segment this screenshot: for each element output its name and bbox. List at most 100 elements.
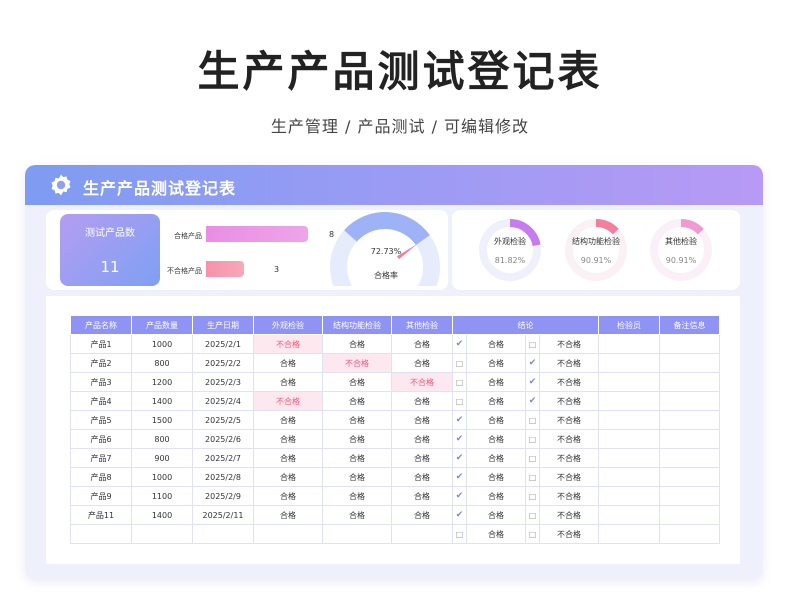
remarks-cell[interactable] bbox=[659, 486, 720, 506]
remarks-cell[interactable] bbox=[659, 334, 720, 354]
fail-checkbox[interactable]: ✔ bbox=[525, 372, 540, 392]
date-cell: 2025/2/11 bbox=[192, 505, 254, 525]
column-header: 检验员 bbox=[598, 315, 660, 335]
remarks-cell[interactable] bbox=[659, 505, 720, 525]
pass-label: 合格 bbox=[466, 486, 526, 506]
pass-checkbox[interactable]: □ bbox=[452, 524, 467, 544]
product-name-cell: 产品3 bbox=[70, 372, 132, 392]
quantity-cell: 800 bbox=[131, 353, 193, 373]
pass-checkbox[interactable]: ✔ bbox=[452, 410, 467, 430]
inspector-cell[interactable] bbox=[598, 505, 660, 525]
inspector-cell[interactable] bbox=[598, 353, 660, 373]
product-name-cell: 产品6 bbox=[70, 429, 132, 449]
appearance-cell: 合格 bbox=[253, 467, 323, 487]
pass-checkbox[interactable]: ✔ bbox=[452, 429, 467, 449]
table-row: 产品6 800 2025/2/6 合格 合格 合格 ✔ 合格 □ 不合格 bbox=[70, 429, 720, 449]
inspector-cell[interactable] bbox=[598, 448, 660, 468]
fail-label: 不合格 bbox=[539, 467, 599, 487]
other-cell: 合格 bbox=[391, 505, 453, 525]
pass-checkbox[interactable]: □ bbox=[452, 391, 467, 411]
fail-checkbox[interactable]: □ bbox=[525, 486, 540, 506]
table-row: □ 合格 □ 不合格 bbox=[70, 524, 720, 544]
fail-checkbox[interactable]: ✔ bbox=[525, 391, 540, 411]
pass-label: 合格 bbox=[466, 429, 526, 449]
pass-label: 合格 bbox=[466, 505, 526, 525]
inspector-cell[interactable] bbox=[598, 467, 660, 487]
remarks-cell[interactable] bbox=[659, 372, 720, 392]
other-donut-value: 90.91% bbox=[665, 256, 697, 265]
inspector-cell[interactable] bbox=[598, 429, 660, 449]
remarks-cell[interactable] bbox=[659, 410, 720, 430]
fail-checkbox[interactable]: □ bbox=[525, 410, 540, 430]
structure-donut-arc bbox=[595, 219, 619, 235]
other-donut-label: 其他检验 bbox=[665, 237, 697, 246]
fail-checkbox[interactable]: □ bbox=[525, 505, 540, 525]
other-cell bbox=[391, 524, 453, 544]
appearance-cell bbox=[253, 524, 323, 544]
pass-checkbox[interactable]: □ bbox=[452, 353, 467, 373]
pass-rate-value: 72.73% bbox=[370, 247, 402, 256]
appearance-cell: 合格 bbox=[253, 448, 323, 468]
structure-cell: 合格 bbox=[322, 391, 392, 411]
inspector-cell[interactable] bbox=[598, 391, 660, 411]
fail-checkbox[interactable]: ✔ bbox=[525, 353, 540, 373]
appearance-donut-value: 81.82% bbox=[494, 256, 526, 265]
pass-checkbox[interactable]: ✔ bbox=[452, 505, 467, 525]
fail-checkbox[interactable]: □ bbox=[525, 429, 540, 449]
remarks-cell[interactable] bbox=[659, 448, 720, 468]
fail-checkbox[interactable]: □ bbox=[525, 448, 540, 468]
pass-label: 合格 bbox=[466, 353, 526, 373]
pass-label: 合格 bbox=[466, 467, 526, 487]
fail-checkbox[interactable]: □ bbox=[525, 524, 540, 544]
product-name-cell: 产品4 bbox=[70, 391, 132, 411]
remarks-cell[interactable] bbox=[659, 391, 720, 411]
quantity-cell: 1500 bbox=[131, 410, 193, 430]
column-header: 备注信息 bbox=[659, 315, 720, 335]
product-name-cell bbox=[70, 524, 132, 544]
inspector-cell[interactable] bbox=[598, 372, 660, 392]
table-row: 产品9 1100 2025/2/9 合格 合格 合格 ✔ 合格 □ 不合格 bbox=[70, 486, 720, 506]
pass-checkbox[interactable]: ✔ bbox=[452, 486, 467, 506]
fail-label: 不合格 bbox=[539, 334, 599, 354]
remarks-cell[interactable] bbox=[659, 429, 720, 449]
pass-checkbox[interactable]: ✔ bbox=[452, 448, 467, 468]
remarks-cell[interactable] bbox=[659, 353, 720, 373]
fail-label: 不合格 bbox=[539, 372, 599, 392]
fail-label: 不合格 bbox=[539, 505, 599, 525]
inspector-cell[interactable] bbox=[598, 410, 660, 430]
pass-checkbox[interactable]: ✔ bbox=[452, 334, 467, 354]
column-header: 产品名称 bbox=[70, 315, 132, 335]
card-header: 生产产品测试登记表 bbox=[25, 165, 763, 205]
structure-donut bbox=[565, 219, 627, 281]
summary-panel: 测试产品数 11 合格产品 8 不合格产品 3 72.73% 合格率 bbox=[46, 210, 448, 290]
date-cell: 2025/2/9 bbox=[192, 486, 254, 506]
structure-cell bbox=[322, 524, 392, 544]
quantity-cell: 1000 bbox=[131, 467, 193, 487]
inspector-cell[interactable] bbox=[598, 524, 660, 544]
fail-checkbox[interactable]: □ bbox=[525, 467, 540, 487]
other-cell: 不合格 bbox=[391, 372, 453, 392]
fail-bar-fill bbox=[206, 261, 245, 277]
pass-checkbox[interactable]: ✔ bbox=[452, 467, 467, 487]
quantity-cell: 900 bbox=[131, 448, 193, 468]
structure-cell: 不合格 bbox=[322, 353, 392, 373]
remarks-cell[interactable] bbox=[659, 467, 720, 487]
column-header: 外观检验 bbox=[253, 315, 323, 335]
column-header: 结构功能检验 bbox=[322, 315, 392, 335]
inspector-cell[interactable] bbox=[598, 486, 660, 506]
page-title: 生产产品测试登记表 bbox=[197, 47, 603, 96]
appearance-cell: 不合格 bbox=[253, 334, 323, 354]
remarks-cell[interactable] bbox=[659, 524, 720, 544]
table-row: 产品5 1500 2025/2/5 合格 合格 合格 ✔ 合格 □ 不合格 bbox=[70, 410, 720, 430]
pass-bar-fill bbox=[206, 226, 309, 242]
pass-checkbox[interactable]: □ bbox=[452, 372, 467, 392]
product-name-cell: 产品1 bbox=[70, 334, 132, 354]
inspector-cell[interactable] bbox=[598, 334, 660, 354]
fail-checkbox[interactable]: □ bbox=[525, 334, 540, 354]
product-name-cell: 产品5 bbox=[70, 410, 132, 430]
fail-label: 不合格 bbox=[539, 429, 599, 449]
table-row: 产品4 1400 2025/2/4 不合格 合格 合格 □ 合格 ✔ 不合格 bbox=[70, 391, 720, 411]
quantity-cell: 800 bbox=[131, 429, 193, 449]
column-header: 结论 bbox=[452, 315, 599, 335]
product-name-cell: 产品11 bbox=[70, 505, 132, 525]
